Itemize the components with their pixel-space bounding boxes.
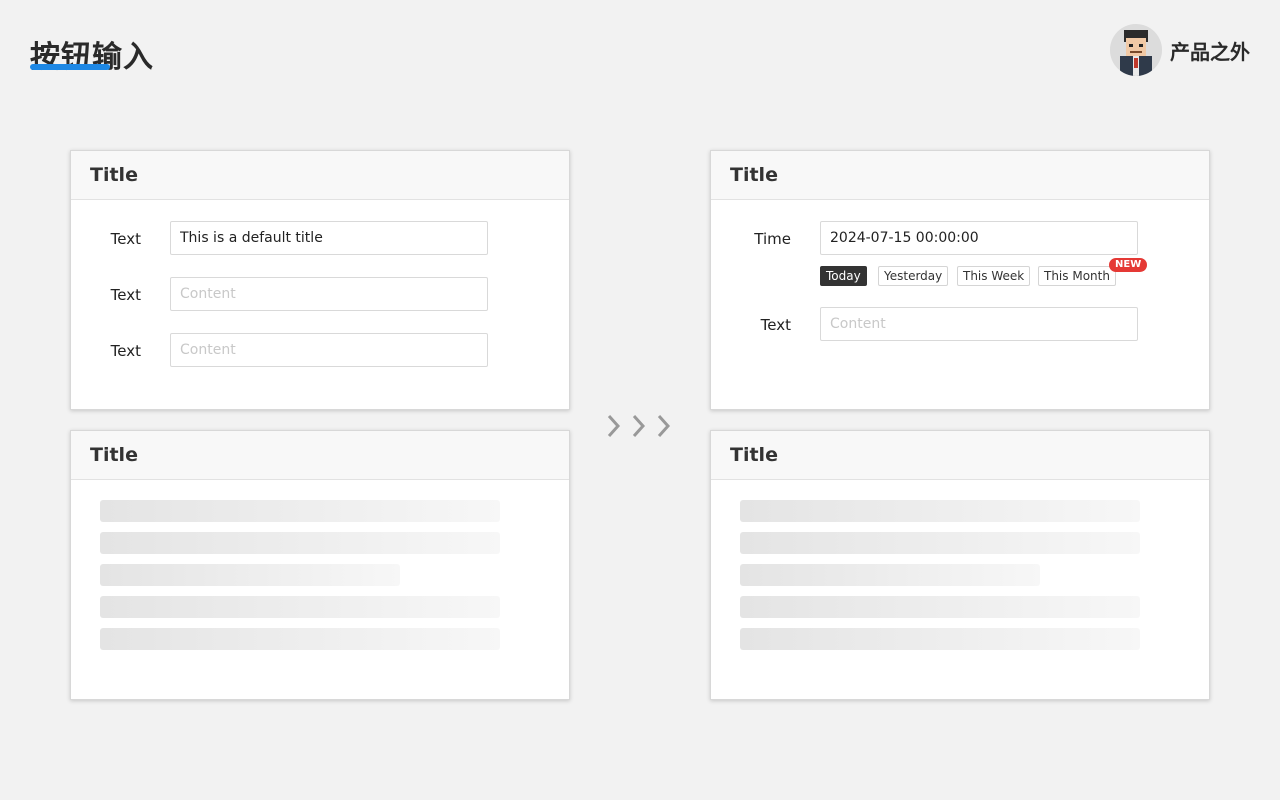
chip-this-month[interactable]: This Month: [1038, 266, 1116, 286]
content-input[interactable]: [820, 307, 1138, 341]
skeleton-line: [740, 532, 1140, 554]
triple-chevron-right-icon: [604, 412, 676, 444]
time-label: Time: [754, 230, 791, 248]
left-bottom-card: Title: [70, 430, 570, 700]
skeleton-line: [740, 596, 1140, 618]
chip-today[interactable]: Today: [820, 266, 867, 286]
field-label: Text: [760, 316, 791, 334]
field-label: Text: [110, 230, 141, 248]
skeleton-line: [740, 564, 1040, 586]
skeleton-line: [740, 628, 1140, 650]
skeleton-line: [740, 500, 1140, 522]
left-top-card: Title Text Text Text: [70, 150, 570, 410]
brand: 产品之外: [1110, 24, 1250, 76]
text-input-1[interactable]: [170, 221, 488, 255]
brand-name: 产品之外: [1170, 39, 1250, 64]
chip-yesterday[interactable]: Yesterday: [878, 266, 949, 286]
title-underline: [30, 64, 110, 70]
field-label: Text: [110, 286, 141, 304]
skeleton-line: [100, 564, 400, 586]
field-label: Text: [110, 342, 141, 360]
text-input-2[interactable]: [170, 277, 488, 311]
skeleton-line: [100, 628, 500, 650]
right-bottom-card: Title: [710, 430, 1210, 700]
card-title: Title: [711, 431, 1209, 480]
avatar: [1110, 24, 1162, 76]
chip-this-week[interactable]: This Week: [957, 266, 1031, 286]
new-badge: NEW: [1109, 258, 1148, 272]
card-title: Title: [711, 151, 1209, 200]
skeleton-line: [100, 596, 500, 618]
card-title: Title: [71, 431, 569, 480]
text-input-3[interactable]: [170, 333, 488, 367]
skeleton-line: [100, 532, 500, 554]
skeleton-line: [100, 500, 500, 522]
right-top-card: Title Time Today Yesterday This Week Thi…: [710, 150, 1210, 410]
time-input[interactable]: [820, 221, 1138, 255]
card-title: Title: [71, 151, 569, 200]
